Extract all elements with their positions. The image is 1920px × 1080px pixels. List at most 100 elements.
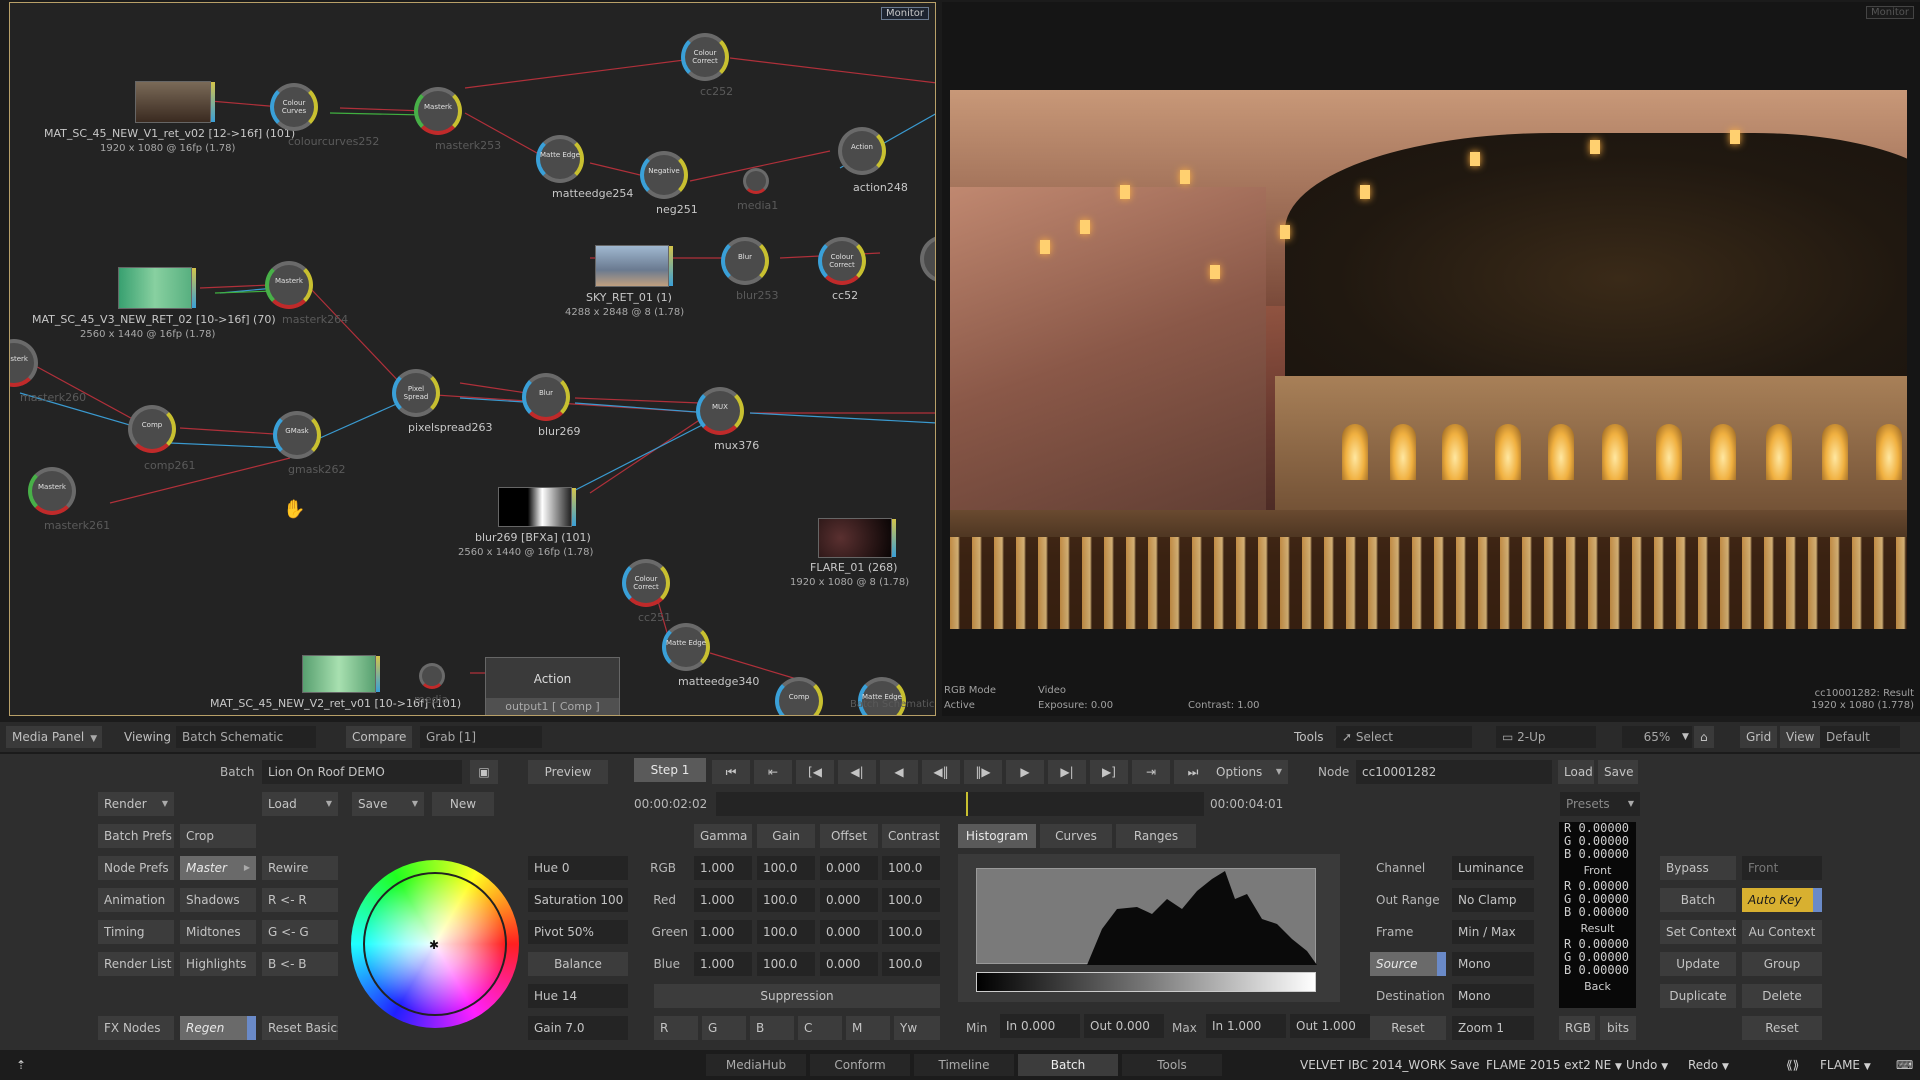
tab-mediahub[interactable]: MediaHub xyxy=(706,1054,806,1076)
mux-node[interactable]: MUX xyxy=(696,387,744,435)
range-highlights[interactable]: Highlights xyxy=(180,952,256,976)
contrast-header[interactable]: Contrast xyxy=(882,824,940,848)
blue-gamma[interactable]: 1.000 xyxy=(694,952,752,976)
blur-node[interactable]: Blur xyxy=(721,237,769,285)
save-dropdown[interactable]: Save ▼ xyxy=(352,792,424,816)
product-menu[interactable]: FLAME ▼ xyxy=(1820,1054,1871,1076)
colour-curves-node[interactable]: Colour Curves xyxy=(270,83,318,131)
render-dropdown[interactable]: Render ▼ xyxy=(98,792,174,816)
tab-curves[interactable]: Curves xyxy=(1040,824,1112,848)
hue-field-2[interactable]: Hue 14 xyxy=(528,984,628,1008)
clip-thumbnail[interactable] xyxy=(302,655,380,693)
home-icon[interactable]: ⌂ xyxy=(1694,726,1714,748)
max-in-field[interactable]: In 1.000 xyxy=(1206,1014,1286,1038)
masterk-node[interactable]: Masterk xyxy=(265,261,313,309)
tab-conform[interactable]: Conform xyxy=(810,1054,910,1076)
play-backward-icon[interactable]: ◀‖ xyxy=(922,760,960,784)
clip-thumbnail[interactable] xyxy=(498,487,576,527)
fx-nodes-button[interactable]: FX Nodes xyxy=(98,1016,174,1040)
green-gain[interactable]: 100.0 xyxy=(757,920,815,944)
media-node[interactable] xyxy=(419,663,445,689)
clip-thumbnail[interactable] xyxy=(118,267,196,309)
compare-button[interactable]: Compare xyxy=(346,726,413,748)
supp-g[interactable]: G xyxy=(702,1016,746,1040)
supp-b[interactable]: B xyxy=(750,1016,794,1040)
auto-key-toggle[interactable]: Auto Key xyxy=(1742,888,1822,912)
step-button[interactable]: Step 1 xyxy=(634,758,706,782)
media-node[interactable] xyxy=(743,168,769,194)
timing-button[interactable]: Timing xyxy=(98,920,174,944)
node-name-field[interactable]: cc10001282 xyxy=(1356,760,1552,784)
prev-frame-icon[interactable]: ◀ xyxy=(880,760,918,784)
load-node-button[interactable]: Load xyxy=(1558,760,1594,784)
hue-field[interactable]: Hue 0 xyxy=(528,856,628,880)
green-gamma[interactable]: 1.000 xyxy=(694,920,752,944)
histogram-panel[interactable] xyxy=(958,854,1340,1002)
front-button[interactable]: Front xyxy=(1742,856,1822,880)
rewire-g-button[interactable]: G <- G xyxy=(262,920,338,944)
negative-node[interactable]: Negative xyxy=(640,151,688,199)
undo-dropdown[interactable]: Undo ▼ xyxy=(1626,1054,1668,1076)
reset-button[interactable]: Reset xyxy=(1742,1016,1822,1040)
red-gamma[interactable]: 1.000 xyxy=(694,888,752,912)
range-master[interactable]: Master ▶ xyxy=(180,856,256,880)
rewire-r-button[interactable]: R <- R xyxy=(262,888,338,912)
blur-node[interactable]: Blur xyxy=(522,373,570,421)
crop-button[interactable]: Crop xyxy=(180,824,256,848)
rgb-button[interactable]: RGB xyxy=(1559,1016,1595,1040)
animation-button[interactable]: Animation xyxy=(98,888,174,912)
prev-keyframe-icon[interactable]: ⇤ xyxy=(754,760,792,784)
select-tool[interactable]: ➚ Select xyxy=(1336,726,1472,748)
comp-node[interactable]: Comp xyxy=(128,405,176,453)
viewing-select[interactable]: Batch Schematic xyxy=(176,726,316,748)
red-gain[interactable]: 100.0 xyxy=(757,888,815,912)
prev-mark-icon[interactable]: [◀ xyxy=(796,760,834,784)
prev-key-icon[interactable]: ◀| xyxy=(838,760,876,784)
batch-schematic[interactable]: Monitor MAT_SC_45_NEW_V1_ret_v02 [12->16… xyxy=(9,2,936,716)
default-select[interactable]: Default xyxy=(1820,726,1900,748)
grid-button[interactable]: Grid xyxy=(1740,726,1778,748)
play-pause-icon[interactable]: ‖▶ xyxy=(964,760,1002,784)
action-node[interactable]: Action xyxy=(838,127,886,175)
render-list-button[interactable]: Render List xyxy=(98,952,174,976)
gamma-header[interactable]: Gamma xyxy=(694,824,752,848)
frame-select[interactable]: Min / Max xyxy=(1452,920,1534,944)
media-panel-dropdown[interactable]: Media Panel ▼ xyxy=(6,726,102,748)
delete-button[interactable]: Delete xyxy=(1742,984,1822,1008)
keyboard-icon[interactable]: ⌨ xyxy=(1896,1054,1913,1076)
tab-ranges[interactable]: Ranges xyxy=(1116,824,1196,848)
blue-gain[interactable]: 100.0 xyxy=(757,952,815,976)
source-mono[interactable]: Mono xyxy=(1452,952,1534,976)
reset-histogram-button[interactable]: Reset xyxy=(1370,1016,1446,1040)
action-node-box[interactable]: Action output1 [ Comp ] xyxy=(485,657,620,715)
next-keyframe-icon[interactable]: ⇥ xyxy=(1132,760,1170,784)
options-dropdown[interactable]: Options ▼ xyxy=(1210,760,1288,784)
batch-name-field[interactable]: Lion On Roof DEMO xyxy=(262,760,462,784)
blue-offset[interactable]: 0.000 xyxy=(820,952,878,976)
update-button[interactable]: Update xyxy=(1660,952,1736,976)
timeline-scrubber[interactable] xyxy=(716,792,1204,816)
camera-icon[interactable]: ▣ xyxy=(470,760,498,784)
clip-thumbnail[interactable] xyxy=(818,518,896,558)
rewire-b-button[interactable]: B <- B xyxy=(262,952,338,976)
expand-arrow-icon[interactable]: ⇡ xyxy=(16,1054,26,1076)
timecode-out[interactable]: 00:00:04:01 xyxy=(1210,792,1283,816)
supp-c[interactable]: C xyxy=(798,1016,842,1040)
play-icon[interactable]: ▶ xyxy=(1006,760,1044,784)
max-out-field[interactable]: Out 1.000 xyxy=(1290,1014,1370,1038)
reset-basics-button[interactable]: Reset Basics xyxy=(262,1016,338,1040)
channel-select[interactable]: Luminance xyxy=(1452,856,1534,880)
colour-correct-node[interactable]: Colour Correct xyxy=(622,559,670,607)
green-offset[interactable]: 0.000 xyxy=(820,920,878,944)
batch-prefs-button[interactable]: Batch Prefs xyxy=(98,824,174,848)
new-button[interactable]: New xyxy=(432,792,494,816)
matte-edge-node[interactable]: Matte Edge xyxy=(662,623,710,671)
pivot-field[interactable]: Pivot 50% xyxy=(528,920,628,944)
gmask-node[interactable]: GMask xyxy=(273,411,321,459)
rewire-button[interactable]: Rewire xyxy=(262,856,338,880)
player-viewer[interactable]: Monitor RGB Mode Active Video Exposure: … xyxy=(942,2,1920,716)
regen-toggle[interactable]: Regen xyxy=(180,1016,256,1040)
save-node-button[interactable]: Save xyxy=(1598,760,1638,784)
next-key-icon[interactable]: ▶| xyxy=(1048,760,1086,784)
duplicate-button[interactable]: Duplicate xyxy=(1660,984,1736,1008)
